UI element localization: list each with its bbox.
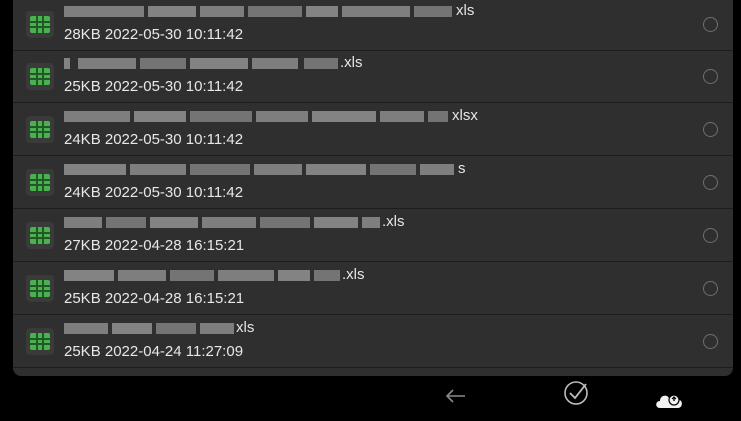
file-name: .xls [64,213,544,231]
cloud-upload-icon[interactable] [654,389,684,411]
spreadsheet-icon [26,328,54,355]
bottom-toolbar [0,376,741,421]
file-row[interactable]: .xls 25KB 2022-05-30 10:11:42 [13,51,733,103]
file-meta: 25KB 2022-05-30 10:11:42 [64,78,244,95]
file-name: .xls [64,54,544,72]
radio-icon[interactable] [703,334,718,349]
radio-icon[interactable] [703,175,718,190]
file-meta: 27KB 2022-04-28 16:15:21 [64,237,245,254]
file-name: .xls [64,266,544,284]
file-name: s [64,160,544,178]
radio-icon[interactable] [703,122,718,137]
spreadsheet-icon [26,116,54,143]
file-extension: .xls [340,54,363,71]
file-name: xls [64,319,544,337]
file-row[interactable]: xls 28KB 2022-05-30 10:11:42 [13,0,733,51]
file-picker-screen: xls 28KB 2022-05-30 10:11:42 .xls 25KB 2… [0,0,741,421]
radio-icon[interactable] [703,281,718,296]
file-meta: 25KB 2022-04-24 11:27:09 [64,343,244,360]
radio-icon[interactable] [703,228,718,243]
file-row[interactable]: s 24KB 2022-05-30 10:11:42 [13,157,733,209]
file-extension: .xls [382,213,405,230]
file-meta: 25KB 2022-04-28 16:15:21 [64,290,245,307]
file-row[interactable]: .xls 27KB 2022-04-28 16:15:21 [13,210,733,262]
file-extension: .xls [342,266,365,283]
file-extension: xlsx [452,107,478,124]
file-row[interactable]: xlsx 24KB 2022-05-30 10:11:42 [13,104,733,156]
file-meta: 28KB 2022-05-30 10:11:42 [64,26,244,43]
file-extension: s [458,160,466,177]
file-meta: 24KB 2022-05-30 10:11:42 [64,184,244,201]
check-circle-icon[interactable] [562,379,590,407]
file-row[interactable]: xls 25KB 2022-04-24 11:27:09 [13,316,733,368]
radio-icon[interactable] [703,17,718,32]
spreadsheet-icon [26,222,54,249]
file-row[interactable]: .xls 25KB 2022-04-28 16:15:21 [13,263,733,315]
file-list: xls 28KB 2022-05-30 10:11:42 .xls 25KB 2… [13,0,733,376]
back-arrow-icon[interactable] [443,384,469,408]
spreadsheet-icon [26,275,54,302]
file-extension: xls [456,2,475,19]
file-meta: 24KB 2022-05-30 10:11:42 [64,131,244,148]
file-extension: xls [236,319,255,336]
spreadsheet-icon [26,63,54,90]
spreadsheet-icon [26,169,54,196]
file-name: xls [64,2,544,20]
spreadsheet-icon [26,11,54,38]
file-name: xlsx [64,107,544,125]
radio-icon[interactable] [703,69,718,84]
